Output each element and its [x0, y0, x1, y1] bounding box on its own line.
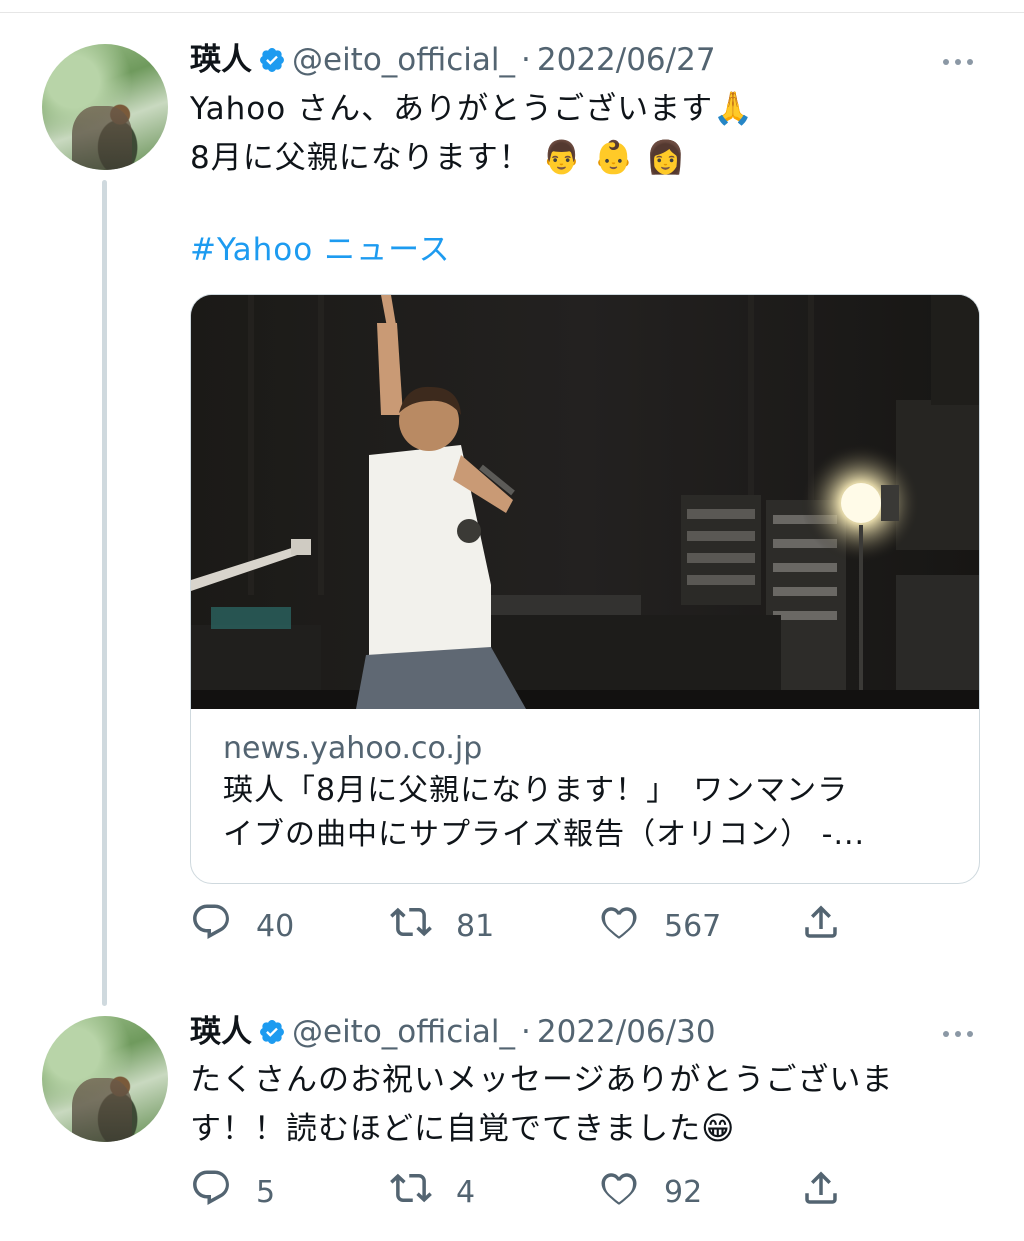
tweet-header: 瑛人 @eito_official_ · 2022/06/27 — [190, 40, 716, 80]
like-icon — [598, 1167, 640, 1217]
separator-dot: · — [521, 1014, 531, 1050]
tweet-text-line: す！！読むほどに自覚でてきました😁 — [190, 1109, 736, 1147]
thread-connector-line — [102, 180, 107, 1006]
tweet-header: 瑛人 @eito_official_ · 2022/06/30 — [190, 1012, 716, 1052]
like-icon — [598, 901, 640, 951]
retweet-count: 81 — [456, 908, 495, 944]
retweet-button[interactable]: 81 — [390, 904, 494, 948]
like-button[interactable]: 567 — [598, 904, 721, 948]
grinning-emoji: 😁 — [701, 1109, 736, 1147]
separator-dot: · — [521, 42, 531, 78]
action-bar: 5 4 92 — [190, 1170, 950, 1214]
verified-badge-icon — [258, 1016, 286, 1044]
reply-button[interactable]: 40 — [190, 904, 294, 948]
link-preview-card[interactable]: news.yahoo.co.jp 瑛人「8月に父親になります！」 ワンマンラ イ… — [190, 294, 980, 884]
action-bar: 40 81 567 — [190, 904, 950, 948]
family-emoji: 👨 👶 👩 — [541, 138, 687, 176]
folded-hands-emoji: 🙏 — [713, 89, 754, 127]
reply-count: 5 — [256, 1174, 276, 1210]
share-button[interactable] — [800, 1170, 842, 1214]
retweet-button[interactable]: 4 — [390, 1170, 475, 1214]
retweet-icon — [390, 1167, 432, 1217]
reply-count: 40 — [256, 908, 295, 944]
like-count: 567 — [664, 908, 722, 944]
author-name[interactable]: 瑛人 — [190, 1014, 252, 1050]
card-image — [191, 295, 979, 709]
avatar[interactable] — [42, 1016, 168, 1142]
concert-photo — [191, 295, 979, 709]
retweet-icon — [390, 901, 432, 951]
card-title-line: イブの曲中にサプライズ報告（オリコン） -... — [223, 817, 866, 852]
tweet-date[interactable]: 2022/06/27 — [537, 42, 716, 78]
more-icon[interactable] — [938, 1012, 978, 1052]
tweet-text-line: 8月に父親になります！ 👨 👶 👩 — [190, 138, 687, 176]
like-count: 92 — [664, 1174, 703, 1210]
avatar[interactable] — [42, 44, 168, 170]
share-icon — [800, 1167, 842, 1217]
hashtag-link[interactable]: #Yahoo ニュース — [190, 232, 451, 268]
author-name[interactable]: 瑛人 — [190, 42, 252, 78]
tweet-text-line: たくさんのお祝いメッセージありがとうございま — [190, 1062, 894, 1098]
more-icon[interactable] — [938, 40, 978, 80]
verified-badge-icon — [258, 44, 286, 72]
reply-icon — [190, 1167, 232, 1217]
card-domain: news.yahoo.co.jp — [223, 731, 483, 766]
card-title-line: 瑛人「8月に父親になります！」 ワンマンラ — [223, 773, 849, 808]
share-button[interactable] — [800, 904, 842, 948]
tweet-text: たくさんのお祝いメッセージありがとうございま す！！読むほどに自覚でてきました😁 — [190, 1056, 970, 1153]
tweet-text: Yahoo さん、ありがとうございます🙏 8月に父親になります！ 👨 👶 👩 — [190, 84, 970, 182]
hashtag-line: #Yahoo ニュース — [190, 226, 970, 274]
like-button[interactable]: 92 — [598, 1170, 702, 1214]
top-divider — [0, 12, 1024, 13]
card-meta: news.yahoo.co.jp 瑛人「8月に父親になります！」 ワンマンラ イ… — [223, 729, 953, 857]
reply-icon — [190, 901, 232, 951]
tweet-date[interactable]: 2022/06/30 — [537, 1014, 716, 1050]
author-handle[interactable]: @eito_official_ — [292, 1014, 515, 1050]
reply-button[interactable]: 5 — [190, 1170, 275, 1214]
author-handle[interactable]: @eito_official_ — [292, 42, 515, 78]
retweet-count: 4 — [456, 1174, 476, 1210]
tweet-text-line: Yahoo さん、ありがとうございます🙏 — [190, 89, 754, 127]
share-icon — [800, 901, 842, 951]
